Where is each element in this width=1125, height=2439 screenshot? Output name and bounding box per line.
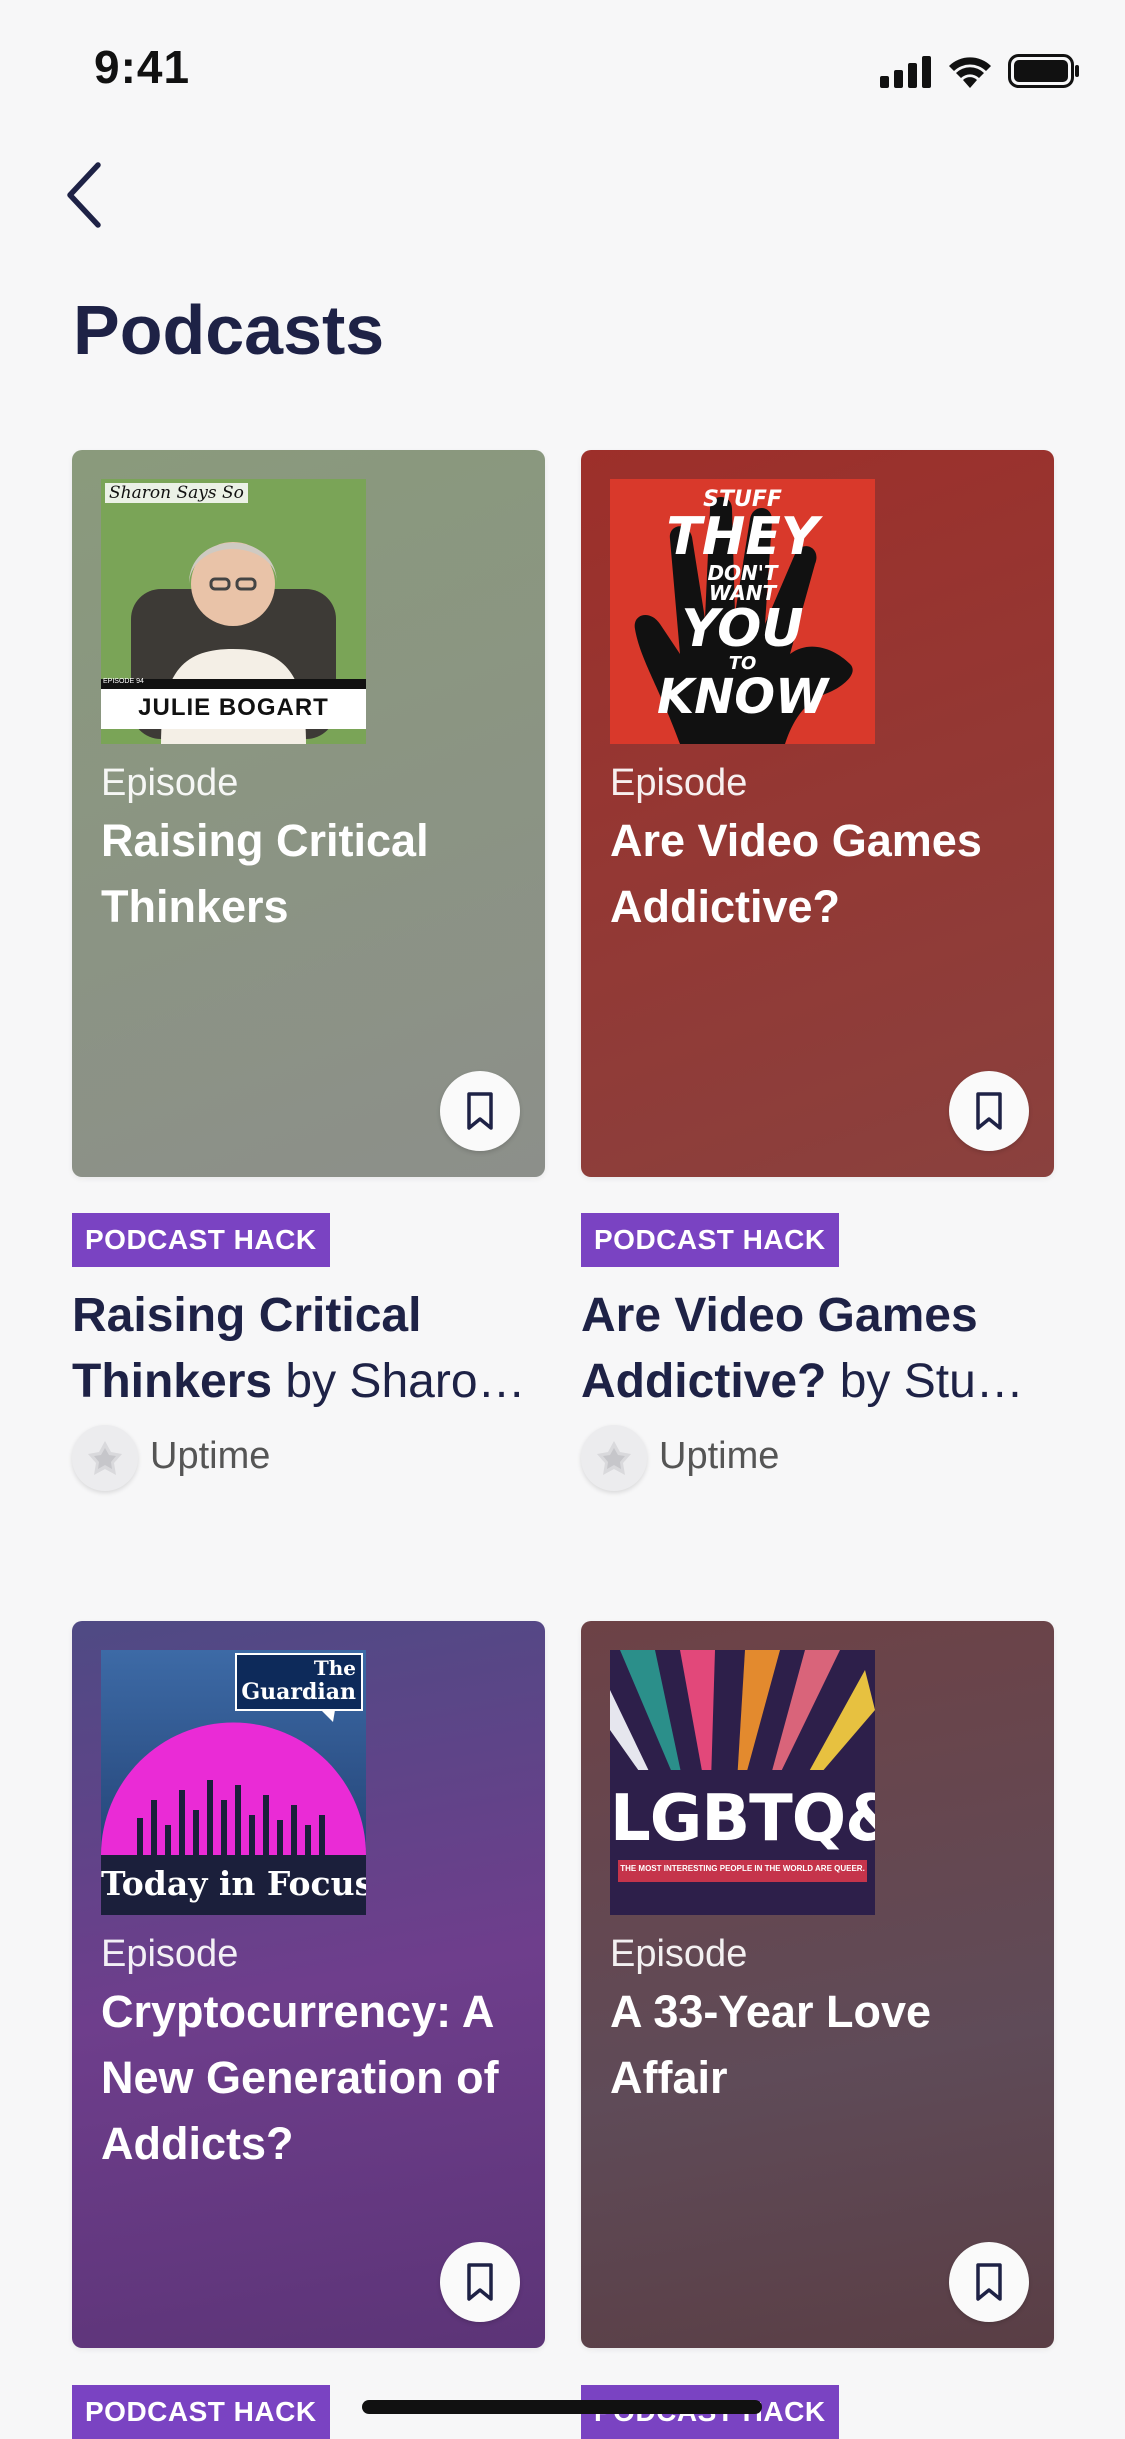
source-avatar xyxy=(72,1425,138,1491)
uptime-logo-icon xyxy=(597,1441,631,1475)
artwork-show-name: Today in Focus xyxy=(101,1864,366,1903)
artwork-guest-name: JULIE BOGART xyxy=(138,694,329,721)
status-bar: 9:41 xyxy=(0,0,1125,140)
artwork-tagline: THE MOST INTERESTING PEOPLE IN THE WORLD… xyxy=(620,1864,865,1873)
episode-label: Episode xyxy=(610,762,748,804)
category-badge: PODCAST HACK xyxy=(581,1213,839,1267)
source-name: Uptime xyxy=(659,1435,780,1477)
source-name: Uptime xyxy=(150,1435,271,1477)
episode-title: Are Video Games Addictive? xyxy=(610,815,982,932)
home-indicator[interactable] xyxy=(362,2400,762,2414)
episode-card[interactable]: Sharon Says So EPISODE 94 JULIE BOGART E… xyxy=(72,450,545,1177)
artwork-show-name: Sharon Says So xyxy=(105,483,248,503)
bookmark-button[interactable] xyxy=(440,1071,520,1151)
episode-title: Raising Critical Thinkers xyxy=(101,815,429,932)
episode-title: Cryptocurrency: A New Generation of Addi… xyxy=(101,1986,499,2169)
item-title-line1: Raising Critical xyxy=(72,1289,422,1342)
artwork-title: STUFF THEY DON'T WANT YOU TO KNOW xyxy=(656,487,829,725)
back-button[interactable] xyxy=(58,155,118,235)
bookmark-button[interactable] xyxy=(949,2242,1029,2322)
category-badge: PODCAST HACK xyxy=(72,2385,330,2439)
bookmark-icon xyxy=(467,1092,493,1130)
artwork-brand: The Guardian xyxy=(241,1656,356,1705)
item-author: by Stu… xyxy=(826,1355,1024,1408)
chevron-left-icon xyxy=(67,162,101,228)
page-title: Podcasts xyxy=(73,291,385,369)
item-title-line1: Are Video Games xyxy=(581,1289,978,1342)
artwork-show-name: LGBTQ&A xyxy=(610,1782,875,1856)
podcast-artwork: Sharon Says So EPISODE 94 JULIE BOGART xyxy=(101,479,366,744)
episode-label: Episode xyxy=(101,762,239,804)
episode-title: A 33-Year Love Affair xyxy=(610,1986,931,2103)
episode-label: Episode xyxy=(610,1933,748,1975)
item-title-line2: Thinkers xyxy=(72,1355,273,1408)
episode-card[interactable]: LGBTQ&A THE MOST INTERESTING PEOPLE IN T… xyxy=(581,1621,1054,2348)
wifi-icon xyxy=(949,57,991,88)
episode-card[interactable]: The Guardian Today in Focus Episode Cryp… xyxy=(72,1621,545,2348)
category-badge: PODCAST HACK xyxy=(72,1213,330,1267)
item-author: by Sharo… xyxy=(272,1355,526,1408)
bookmark-button[interactable] xyxy=(440,2242,520,2322)
item-title[interactable]: Raising Critical Thinkers by Sharo… xyxy=(72,1283,542,1415)
uptime-logo-icon xyxy=(88,1441,122,1475)
cellular-signal-icon xyxy=(880,56,931,88)
episode-card[interactable]: STUFF THEY DON'T WANT YOU TO KNOW Episod… xyxy=(581,450,1054,1177)
battery-icon xyxy=(1008,54,1079,88)
status-icons xyxy=(880,50,1080,90)
bookmark-icon xyxy=(976,2263,1002,2301)
bookmark-icon xyxy=(467,2263,493,2301)
source-avatar xyxy=(581,1425,647,1491)
item-title[interactable]: Are Video Games Addictive? by Stu… xyxy=(581,1283,1051,1415)
podcast-artwork: The Guardian Today in Focus xyxy=(101,1650,366,1915)
podcast-artwork: STUFF THEY DON'T WANT YOU TO KNOW xyxy=(610,479,875,744)
status-time: 9:41 xyxy=(94,41,191,93)
artwork-episode-tag: EPISODE 94 xyxy=(103,678,144,685)
episode-label: Episode xyxy=(101,1933,239,1975)
bookmark-icon xyxy=(976,1092,1002,1130)
item-title-line2: Addictive? xyxy=(581,1355,827,1408)
bookmark-button[interactable] xyxy=(949,1071,1029,1151)
podcast-artwork: LGBTQ&A THE MOST INTERESTING PEOPLE IN T… xyxy=(610,1650,875,1915)
